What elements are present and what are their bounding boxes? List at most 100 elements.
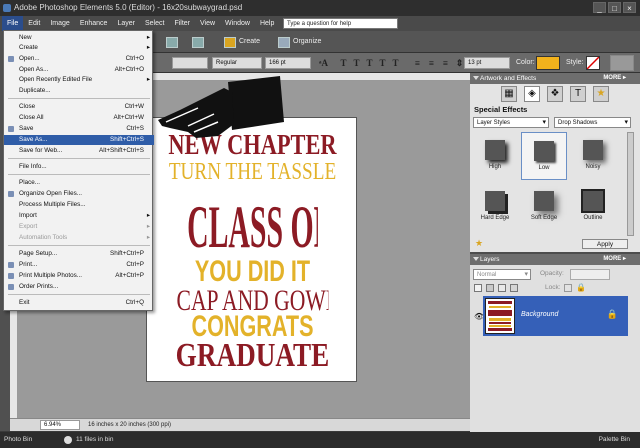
text-underline-button[interactable]: T [364,57,375,69]
menu-item-place[interactable]: Place... [4,178,154,188]
text-effects-tab-icon[interactable]: T [570,86,586,102]
effect-type-dropdown[interactable]: Drop Shadows [554,117,631,128]
layer-row-background[interactable]: Background 🔒 [483,296,628,336]
menu-item-create[interactable]: Create ▸ [4,43,154,53]
warp-text-icon[interactable] [610,55,634,71]
link-layers-icon[interactable] [510,284,518,292]
text-strike-button[interactable]: T [377,57,388,69]
menu-layer[interactable]: Layer [112,16,140,31]
menu-view[interactable]: View [195,16,220,31]
effects-scrollbar[interactable] [627,132,634,236]
menu-item-label: Exit [19,299,30,306]
photo-bin-label[interactable]: Photo Bin [4,432,32,448]
menu-select[interactable]: Select [140,16,169,31]
lock-transparency-icon[interactable] [564,284,572,292]
photo-filter-tab-icon[interactable]: ▦ [501,86,517,102]
menu-filter[interactable]: Filter [169,16,195,31]
menu-item-organize-open-files[interactable]: Organize Open Files... [4,189,154,199]
thumb-label: Outline [583,215,603,221]
menu-item-page-setup[interactable]: Page Setup... Shift+Ctrl+P [4,249,154,259]
bin-toggle-icon[interactable] [64,436,72,444]
style-swatch[interactable] [586,56,600,70]
menu-item-duplicate[interactable]: Duplicate... [4,86,154,96]
menu-item-new[interactable]: New ▸ [4,33,154,43]
palette-bin-label[interactable]: Palette Bin [599,432,630,448]
effect-thumb-hard-edge[interactable]: Hard Edge [472,183,518,231]
effects-tab-icon[interactable]: ❖ [547,86,563,102]
menu-shortcut: Alt+Shift+Ctrl+S [99,147,144,154]
font-style-select[interactable]: Regular [212,57,262,69]
doc-line-class-of-2011: CLASS OF 2011 [187,194,318,261]
menu-item-close[interactable]: Close Ctrl+W [4,102,154,112]
font-family-select[interactable] [172,57,208,69]
menu-edit[interactable]: Edit [23,16,45,31]
leading-select[interactable]: 13 pt [464,57,510,69]
adjustment-layer-icon[interactable] [486,284,494,292]
add-favorite-icon[interactable]: ★ [475,238,483,249]
menu-item-label: Create [19,44,38,51]
menu-item-order-prints[interactable]: Order Prints... [4,282,154,292]
doc-line-graduate: GRADUATE [175,339,330,373]
artwork-panel-header[interactable]: Artwork and Effects MORE ▸ [470,73,640,84]
menu-item-import[interactable]: Import ▸ [4,211,154,221]
text-bold-button[interactable]: T [338,57,349,69]
create-label: Create [239,38,261,45]
delete-layer-icon[interactable] [498,284,506,292]
favorites-tab-icon[interactable]: ★ [593,86,609,102]
create-button[interactable]: Create [224,36,260,48]
menu-item-open-as[interactable]: Open As... Alt+Ctrl+O [4,65,154,75]
minimize-button[interactable]: _ [593,2,606,13]
menu-enhance[interactable]: Enhance [75,16,113,31]
menu-item-save[interactable]: Save Ctrl+S [4,124,154,134]
align-left-icon[interactable]: ≡ [412,57,423,69]
align-right-icon[interactable]: ≡ [440,57,451,69]
menu-item-open-recent[interactable]: Open Recently Edited File ▸ [4,75,154,85]
menu-item-save-as[interactable]: Save As... Shift+Ctrl+S [4,135,154,145]
organize-icon [278,36,290,48]
lock-all-icon[interactable]: 🔒 [576,283,586,292]
color-swatch[interactable] [536,56,560,70]
close-button[interactable]: × [623,2,636,13]
menu-item-process-multiple[interactable]: Process Multiple Files... [4,200,154,210]
pointing-hand-icon [158,76,284,138]
help-search-input[interactable]: Type a question for help [283,18,398,29]
effect-thumb-soft-edge[interactable]: Soft Edge [521,183,567,231]
zoom-field[interactable]: 6.94% [40,420,80,430]
effect-thumb-noisy[interactable]: Noisy [570,132,616,180]
layer-styles-tab-icon[interactable]: ◈ [524,86,540,102]
opacity-field[interactable] [570,269,610,280]
effect-thumb-outline[interactable]: Outline [570,183,616,231]
layers-panel-header[interactable]: Layers MORE ▸ [470,254,640,265]
effect-thumb-low[interactable]: Low [521,132,567,180]
menu-item-print[interactable]: Print... Ctrl+P [4,260,154,270]
menu-item-file-info[interactable]: File Info... [4,162,154,172]
text-italic-button[interactable]: T [351,57,362,69]
faux-bold-icon[interactable]: ᵃA [318,57,329,69]
share-icon[interactable] [192,36,204,48]
menu-item-print-multiple[interactable]: Print Multiple Photos... Alt+Ctrl+P [4,271,154,281]
menu-item-open[interactable]: Open... Ctrl+O [4,54,154,64]
menu-item-close-all[interactable]: Close All Alt+Ctrl+W [4,113,154,123]
maximize-button[interactable]: □ [608,2,621,13]
apply-button[interactable]: Apply [582,239,628,249]
layers-more-button[interactable]: MORE ▸ [603,254,626,265]
align-center-icon[interactable]: ≡ [426,57,437,69]
menu-item-exit[interactable]: Exit Ctrl+Q [4,298,154,308]
new-layer-icon[interactable] [474,284,482,292]
menu-window[interactable]: Window [220,16,255,31]
effect-thumb-high[interactable]: High [472,132,518,180]
font-size-select[interactable]: 166 pt [265,57,311,69]
menu-file[interactable]: File [2,16,24,31]
print-icon[interactable] [166,36,178,48]
artwork-more-button[interactable]: MORE ▸ [603,73,626,84]
text-antialias-button[interactable]: T [390,57,401,69]
blend-mode-dropdown[interactable]: Normal [473,269,531,280]
menu-help[interactable]: Help [255,16,279,31]
menu-separator [8,158,150,159]
document-canvas[interactable]: NEW CHAPTER TURN THE TASSLE CLASS OF 201… [146,117,357,382]
menu-image[interactable]: Image [45,16,74,31]
category-dropdown[interactable]: Layer Styles [473,117,549,128]
menu-item-save-for-web[interactable]: Save for Web... Alt+Shift+Ctrl+S [4,146,154,156]
menu-item-label: New [19,34,32,41]
organize-button[interactable]: Organize [278,36,321,48]
